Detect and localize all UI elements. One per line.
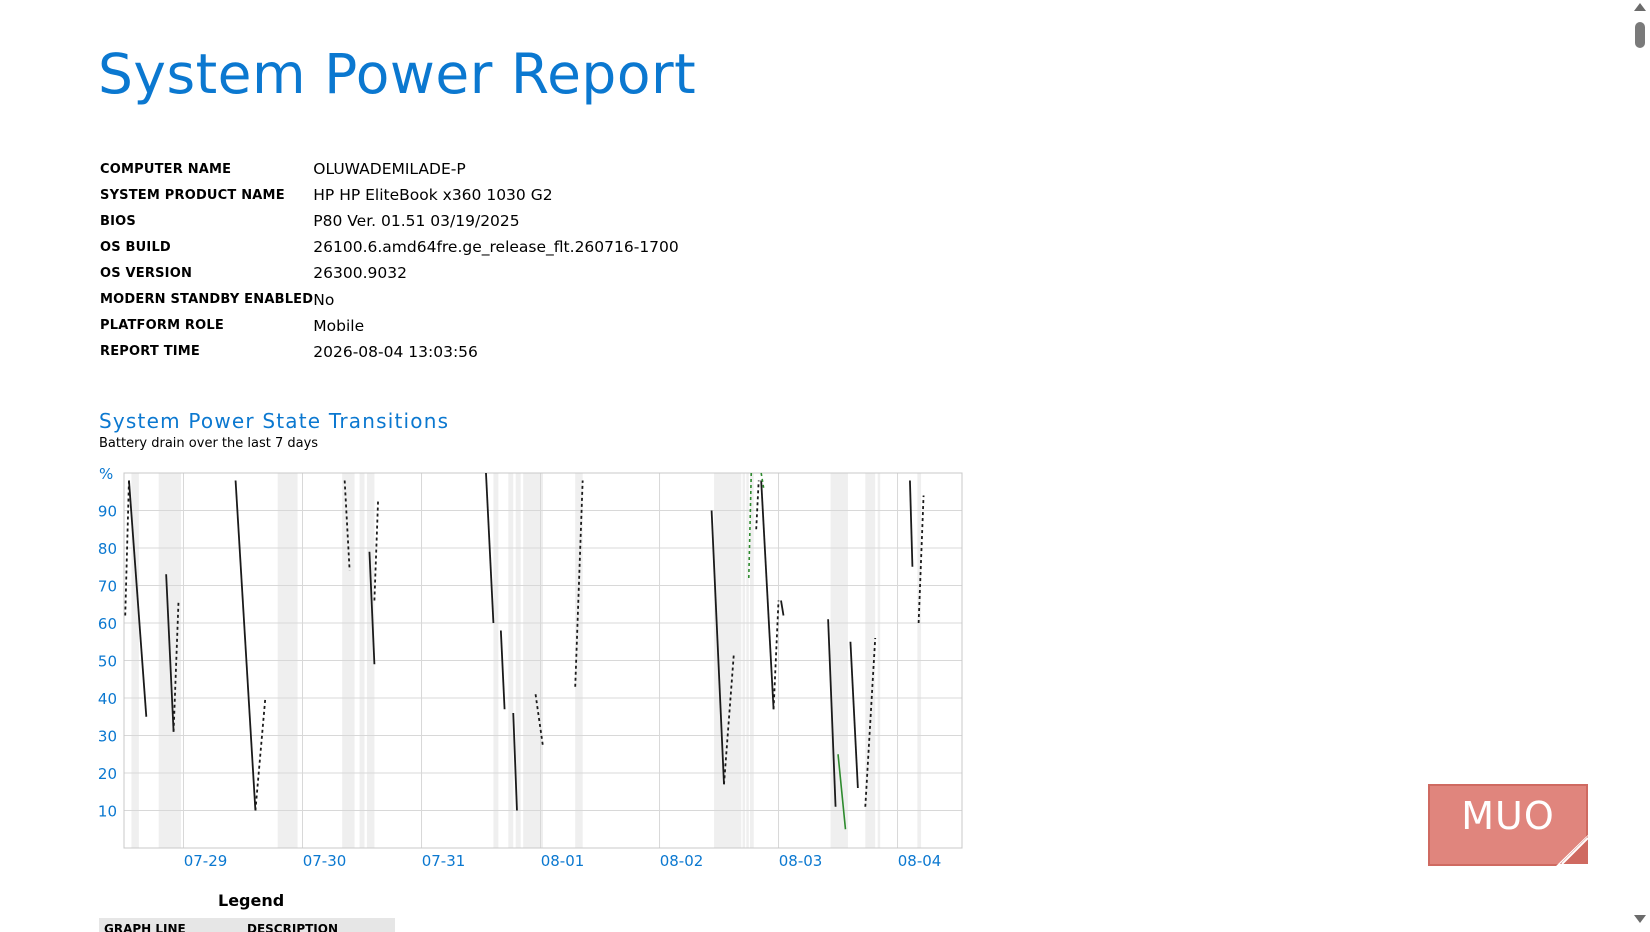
x-tick-label: 08-04 (898, 852, 942, 870)
x-tick-label: 08-03 (779, 852, 823, 870)
legend-table-header: GRAPH LINE DESCRIPTION (99, 918, 395, 932)
series-segment-discharge (780, 600, 785, 616)
x-tick-label: 07-31 (422, 852, 466, 870)
watermark-corner-icon (1560, 836, 1588, 864)
y-tick-label: 40 (98, 690, 117, 708)
x-tick-label: 07-30 (303, 852, 347, 870)
y-tick-label: 80 (98, 540, 117, 558)
y-tick-label: 90 (98, 503, 117, 521)
x-tick-label: 08-02 (660, 852, 704, 870)
y-tick-label: 50 (98, 653, 117, 671)
triangle-down-icon[interactable] (1634, 915, 1646, 923)
series-segment-discharge (909, 480, 914, 567)
x-tick-label: 07-29 (184, 852, 228, 870)
series-segment-charging-dotted (772, 600, 780, 710)
series-segment-charging-dotted (755, 480, 760, 530)
legend-title: Legend (218, 891, 285, 910)
triangle-up-icon[interactable] (1634, 3, 1646, 11)
series-segment-discharge (849, 641, 859, 789)
series-segment-charging-dotted (254, 697, 267, 811)
series-segment-discharge (499, 630, 506, 710)
watermark-text: MUO (1461, 794, 1555, 838)
scrollbar-thumb[interactable] (1635, 22, 1645, 48)
legend-col-graph-line: GRAPH LINE (104, 922, 186, 932)
y-axis-unit-label: % (99, 465, 113, 483)
battery-drain-chart: 10 20 30 40 50 60 70 80 90% 07-29 07-30 07-31 08-01 0… (98, 465, 963, 870)
y-tick-label: 30 (98, 728, 117, 746)
y-tick-label: 60 (98, 615, 117, 633)
series-segment-discharge (234, 480, 257, 811)
y-tick-label: 10 (98, 803, 117, 821)
x-tick-label: 08-01 (541, 852, 585, 870)
legend-col-description: DESCRIPTION (247, 922, 339, 932)
y-tick-label: 20 (98, 765, 117, 783)
y-tick-label: 70 (98, 578, 117, 596)
vertical-scrollbar[interactable] (1630, 0, 1650, 928)
series-segment-discharge (760, 480, 775, 710)
